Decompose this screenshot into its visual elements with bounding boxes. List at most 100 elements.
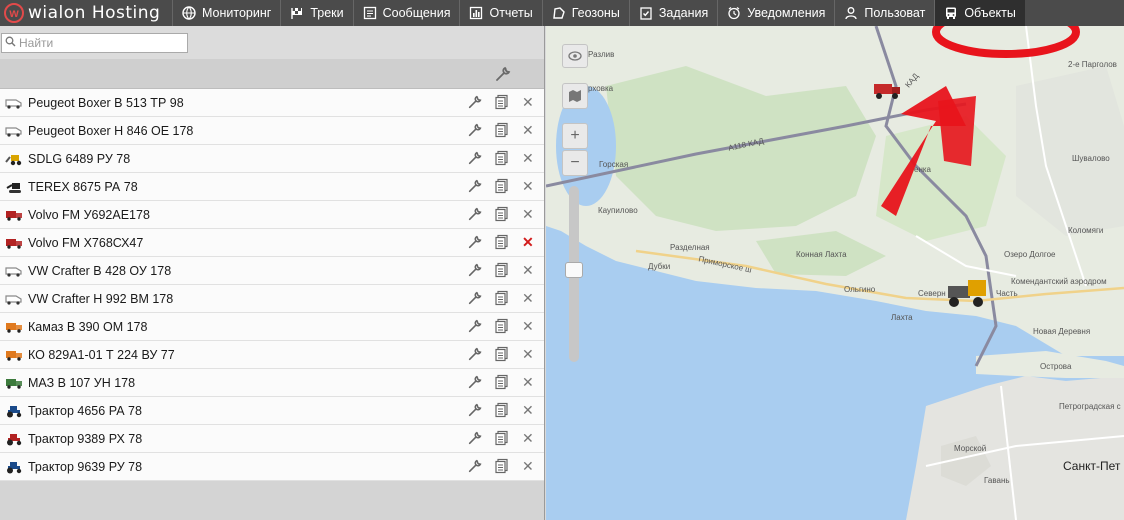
unit-name[interactable]: Volvo FM Х768СХ47 bbox=[28, 236, 143, 250]
delete-icon[interactable]: ✕ bbox=[522, 262, 534, 278]
unit-name[interactable]: Peugeot Boxer В 513 ТР 98 bbox=[28, 96, 184, 110]
unit-row[interactable]: SDLG 6489 РУ 78 ✕ bbox=[0, 145, 544, 173]
nav-item-alarm[interactable]: Уведомления bbox=[717, 0, 834, 26]
nav-item-globe[interactable]: Мониторинг bbox=[172, 0, 280, 26]
logo[interactable]: w wialon Hosting bbox=[0, 0, 172, 26]
delete-icon[interactable]: ✕ bbox=[522, 430, 534, 446]
wrench-icon[interactable] bbox=[467, 234, 483, 253]
delete-icon[interactable]: ✕ bbox=[522, 318, 534, 334]
zoom-out-button[interactable]: − bbox=[562, 150, 588, 176]
copy-icon[interactable] bbox=[494, 262, 510, 281]
copy-icon[interactable] bbox=[494, 178, 510, 197]
copy-icon[interactable] bbox=[494, 374, 510, 393]
units-panel: Peugeot Boxer В 513 ТР 98✕Peugeot Boxer … bbox=[0, 26, 545, 520]
map-type-button[interactable] bbox=[562, 83, 588, 109]
unit-row[interactable]: TEREX 8675 РА 78 ✕ bbox=[0, 173, 544, 201]
nav-item-bus[interactable]: Объекты bbox=[934, 0, 1025, 26]
unit-row[interactable]: VW Crafter В 428 ОУ 178 ✕ bbox=[0, 257, 544, 285]
wrench-icon[interactable] bbox=[467, 402, 483, 421]
delete-icon[interactable]: ✕ bbox=[522, 94, 534, 110]
wrench-icon[interactable] bbox=[467, 374, 483, 393]
copy-icon[interactable] bbox=[494, 346, 510, 365]
nav-item-report[interactable]: Отчеты bbox=[459, 0, 541, 26]
globe-icon bbox=[182, 6, 196, 20]
delete-icon[interactable]: ✕ bbox=[522, 122, 534, 138]
unit-row[interactable]: КО 829А1-01 Т 224 ВУ 77 ✕ bbox=[0, 341, 544, 369]
search-icon bbox=[5, 36, 16, 50]
copy-icon[interactable] bbox=[494, 318, 510, 337]
zoom-slider-handle[interactable] bbox=[565, 262, 583, 278]
nav-item-flag[interactable]: Треки bbox=[280, 0, 352, 26]
wrench-icon[interactable] bbox=[494, 65, 512, 86]
wrench-icon[interactable] bbox=[467, 290, 483, 309]
delete-icon[interactable]: ✕ bbox=[522, 458, 534, 474]
delete-icon[interactable]: ✕ bbox=[522, 346, 534, 362]
nav-item-label: Сообщения bbox=[382, 6, 451, 20]
unit-row[interactable]: Volvo FM Х768СХ47 ✕ bbox=[0, 229, 544, 257]
unit-row[interactable]: Трактор 9639 РУ 78 ✕ bbox=[0, 453, 544, 481]
unit-name[interactable]: TEREX 8675 РА 78 bbox=[28, 180, 138, 194]
unit-row[interactable]: Трактор 4656 РА 78 ✕ bbox=[0, 397, 544, 425]
unit-name[interactable]: VW Crafter Н 992 ВМ 178 bbox=[28, 292, 173, 306]
unit-name[interactable]: VW Crafter В 428 ОУ 178 bbox=[28, 264, 171, 278]
nav-item-geofence[interactable]: Геозоны bbox=[541, 0, 629, 26]
delete-icon[interactable]: ✕ bbox=[522, 290, 534, 306]
delete-icon[interactable]: ✕ bbox=[522, 234, 534, 250]
unit-name[interactable]: Трактор 4656 РА 78 bbox=[28, 404, 142, 418]
copy-icon[interactable] bbox=[494, 290, 510, 309]
map-label: Гавань bbox=[984, 476, 1010, 485]
delete-icon[interactable]: ✕ bbox=[522, 374, 534, 390]
wrench-icon[interactable] bbox=[467, 430, 483, 449]
unit-row[interactable]: Peugeot Boxer Н 846 ОЕ 178 ✕ bbox=[0, 117, 544, 145]
truck-icon bbox=[0, 377, 28, 389]
unit-row[interactable]: VW Crafter Н 992 ВМ 178 ✕ bbox=[0, 285, 544, 313]
copy-icon[interactable] bbox=[494, 122, 510, 141]
delete-icon[interactable]: ✕ bbox=[522, 206, 534, 222]
unit-name[interactable]: КО 829А1-01 Т 224 ВУ 77 bbox=[28, 348, 175, 362]
delete-icon[interactable]: ✕ bbox=[522, 150, 534, 166]
van-icon bbox=[0, 125, 28, 137]
unit-row[interactable]: Volvo FM У692АЕ178 ✕ bbox=[0, 201, 544, 229]
wrench-icon[interactable] bbox=[467, 150, 483, 169]
wrench-icon[interactable] bbox=[467, 178, 483, 197]
copy-icon[interactable] bbox=[494, 402, 510, 421]
copy-icon[interactable] bbox=[494, 94, 510, 113]
zoom-in-button[interactable]: + bbox=[562, 123, 588, 149]
unit-name[interactable]: Трактор 9389 РХ 78 bbox=[28, 432, 142, 446]
wrench-icon[interactable] bbox=[467, 94, 483, 113]
unit-name[interactable]: Volvo FM У692АЕ178 bbox=[28, 208, 150, 222]
unit-row[interactable]: МАЗ В 107 УН 178 ✕ bbox=[0, 369, 544, 397]
nav-item-user[interactable]: Пользоват bbox=[834, 0, 934, 26]
tractor-icon bbox=[0, 460, 28, 474]
wrench-icon[interactable] bbox=[467, 458, 483, 477]
unit-name[interactable]: Peugeot Boxer Н 846 ОЕ 178 bbox=[28, 124, 193, 138]
search-input[interactable] bbox=[19, 36, 179, 50]
nav-item-tasks[interactable]: Задания bbox=[628, 0, 717, 26]
map-vehicle-marker-loader[interactable] bbox=[944, 276, 996, 313]
unit-row[interactable]: Peugeot Boxer В 513 ТР 98 ✕ bbox=[0, 89, 544, 117]
wrench-icon[interactable] bbox=[467, 122, 483, 141]
map-vehicle-marker-truck[interactable] bbox=[872, 78, 902, 103]
copy-icon[interactable] bbox=[494, 206, 510, 225]
copy-icon[interactable] bbox=[494, 150, 510, 169]
nav-item-message[interactable]: Сообщения bbox=[352, 0, 460, 26]
map-label: Часть bbox=[996, 289, 1018, 298]
unit-name[interactable]: МАЗ В 107 УН 178 bbox=[28, 376, 135, 390]
map-view[interactable]: Разлив Тарховка Горская Каупилово Раздел… bbox=[546, 26, 1124, 520]
wrench-icon[interactable] bbox=[467, 318, 483, 337]
wrench-icon[interactable] bbox=[467, 346, 483, 365]
copy-icon[interactable] bbox=[494, 458, 510, 477]
copy-icon[interactable] bbox=[494, 234, 510, 253]
unit-row[interactable]: Камаз В 390 ОМ 178 ✕ bbox=[0, 313, 544, 341]
wrench-icon[interactable] bbox=[467, 262, 483, 281]
delete-icon[interactable]: ✕ bbox=[522, 402, 534, 418]
unit-row[interactable]: Трактор 9389 РХ 78 ✕ bbox=[0, 425, 544, 453]
delete-icon[interactable]: ✕ bbox=[522, 178, 534, 194]
unit-name[interactable]: SDLG 6489 РУ 78 bbox=[28, 152, 130, 166]
wrench-icon[interactable] bbox=[467, 206, 483, 225]
search-box[interactable] bbox=[1, 33, 188, 53]
copy-icon[interactable] bbox=[494, 430, 510, 449]
unit-name[interactable]: Камаз В 390 ОМ 178 bbox=[28, 320, 147, 334]
unit-name[interactable]: Трактор 9639 РУ 78 bbox=[28, 460, 142, 474]
map-layers-visibility-button[interactable] bbox=[562, 44, 588, 68]
